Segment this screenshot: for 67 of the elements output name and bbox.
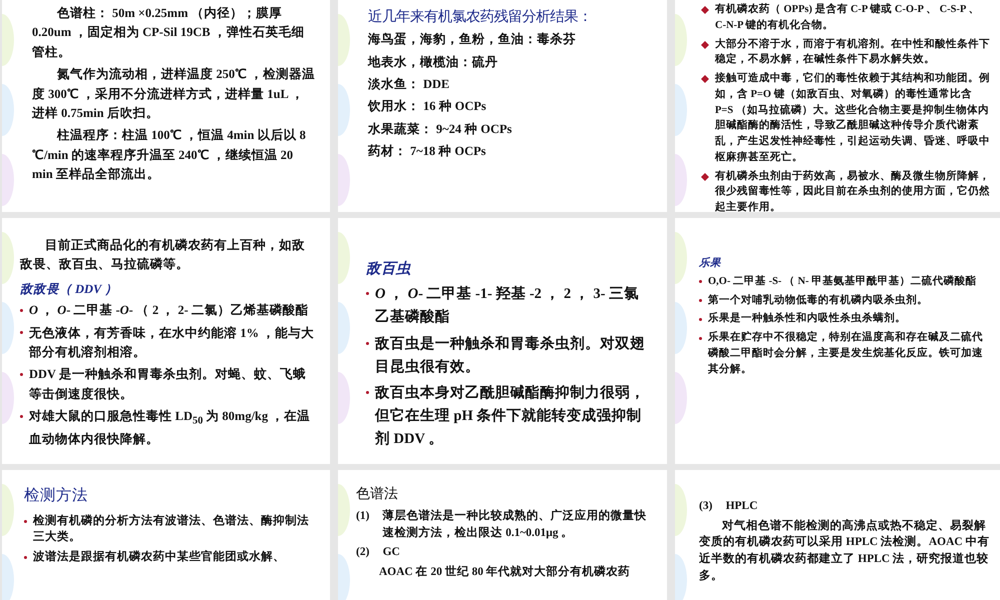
slide-thumbnail[interactable]: 检测方法 检测有机磷的分析方法有波谱法、色谱法、酶抑制法三大类。 波谱法是跟据有机磷农药中某些官能团或水解、 — [2, 470, 330, 600]
bullet-icon — [20, 414, 23, 418]
slide-thumbnail[interactable]: 色谱法 (1) 薄层色谱法是一种比较成熟的、广泛应用的微量快速检测方法，检出限达 0.1~0.01μg 。 (2) GC AOAC 在 20 世纪 80 年代就对大部分有机磷农药 — [338, 470, 667, 600]
list-text: GC — [382, 545, 400, 560]
slide-subtitle: 敌敌畏（ DDV ） — [20, 280, 118, 298]
bullet-text: 无色液体，有芳香味，在水中约能溶 1% ，能与大部分有机溶剂相溶。 — [29, 324, 315, 361]
paragraph: 对气相色谱不能检测的高沸点或热不稳定、易裂解变质的有机磷农药可以采用 HPLC 法检测。AOAC 中有近半数的有机磷农药都建立了 HPLC 法，研究报道也较多。 — [699, 518, 990, 584]
bullet-text: 接触可造成中毒，它们的毒性依赖于其结构和功能团。例如，含 P=O 键（如敌百虫、对氧磷）的毒性通常比含 P=S （如马拉硫磷）大。这些化合物主要是抑制生物体内胆碱酯酶的酶活性，导致乙酰胆碱这种传导介质代谢紊乱，产生迟发性神经毒性，引起运动失调、昏迷、呼吸中枢麻痹甚至死亡。 — [715, 71, 990, 165]
bullet-icon — [366, 292, 369, 296]
slide-heading: 近几年来有机氯农药残留分析结果： — [368, 8, 593, 27]
bullet-icon — [366, 391, 369, 394]
bullet-text: O,O- 二甲基 -S- （ N- 甲基氨基甲酰甲基）二硫代磷酸酯 — [708, 274, 976, 289]
slide-subtitle: 敌百虫 — [366, 260, 412, 279]
diamond-bullet-icon — [701, 75, 709, 83]
bullet-icon — [20, 331, 23, 334]
bullet-text: 有机磷农药（ OPPs) 是含有 C-P 键或 C-O-P 、 C-S-P 、 C-N-P 键的有机化合物。 — [715, 2, 980, 33]
bullet-text: O ， O- 二甲基 -1- 羟基 -2 ， 2 ， 3- 三氯乙基磷酸酯 — [375, 284, 640, 328]
slide-subtitle: 乐果 — [699, 256, 722, 271]
diamond-bullet-icon — [701, 40, 709, 48]
bullet-icon — [699, 318, 702, 321]
slide-thumbnail[interactable]: 色谱柱： 50m ×0.25mm （内径）；膜厚 0.20um ，固定相为 CP-Sil 19CB ，弹性石英毛细管柱。 氮气作为流动相，进样温度 250℃ ，检测器温度 300℃ ，采用不分流进样方式，进样量 1uL ，进样 0.75min 后吹扫。 柱温程序：柱温 100℃ ，恒温 4min 以后以 8 ℃/min 的速率程序升温至 240℃ ，继续恒温 20 min 至样品全部流出。 — [2, 0, 330, 212]
diamond-bullet-icon — [701, 172, 709, 180]
slide-thumbnail[interactable]: 敌百虫 O ， O- 二甲基 -1- 羟基 -2 ， 2 ， 3- 三氯乙基磷酸酯 敌百虫是一种触杀和胃毒杀虫剂。对双翅目昆虫很有效。 敌百虫本身对乙酰胆碱酯酶抑制力很弱，但它在生理 pH 条件下就能转变成强抑制剂 DDV 。 — [338, 218, 667, 464]
paragraph: 色谱柱： 50m ×0.25mm （内径）；膜厚 0.20um ，固定相为 CP-Sil 19CB ，弹性石英毛细管柱。 — [32, 5, 306, 61]
bullet-icon — [20, 373, 23, 376]
diamond-bullet-icon — [701, 6, 709, 14]
text-line: 地表水，橄榄油：硫丹 — [368, 54, 499, 71]
text-line: 药材： 7~18 种 OCPs — [368, 143, 487, 160]
bullet-text: 波谱法是跟据有机磷农药中某些官能团或水解、 — [33, 549, 285, 565]
slide-thumbnail[interactable]: 乐果 O,O- 二甲基 -S- （ N- 甲基氨基甲酰甲基）二硫代磷酸酯 第一个对哺乳动物低毒的有机磷内吸杀虫剂。 乐果是一种触杀性和内吸性杀虫杀螨剂。 乐果在贮存中不很稳定，特别在温度高和存在碱及二硫代磷酸二甲酯时会分解，主要是发生烷基化反应。铁可加速其分解。 — [675, 218, 1000, 464]
paragraph: 目前正式商品化的有机磷农药有上百种，如敌敌畏、敌百虫、马拉硫磷等。 — [20, 237, 306, 274]
bullet-text: 检测有机磷的分析方法有波谱法、色谱法、酶抑制法三大类。 — [33, 513, 310, 546]
slide-thumbnail[interactable]: 目前正式商品化的有机磷农药有上百种，如敌敌畏、敌百虫、马拉硫磷等。 敌敌畏（ DDV ） O ， O- 二甲基 -O- （ 2 ， 2- 二氯）乙烯基磷酸酯 无色液体，有芳香味，在水中约能溶 1% ，能与大部分有机溶剂相溶。 DDV 是一种触杀和胃毒杀虫剂。对蝇、蚊、飞蛾等击倒速度很快。 对雄大鼠的口服急性毒性 LD$_{50}$ 为 80mg/kg ，在温血动物体内很快降解。 — [2, 218, 330, 464]
bullet-text: O ， O- 二甲基 -O- （ 2 ， 2- 二氯）乙烯基磷酸酯 — [29, 302, 308, 320]
bullet-icon — [24, 556, 27, 560]
bullet-text: 乐果在贮存中不很稳定，特别在温度高和存在碱及二硫代磷酸二甲酯时会分解，主要是发生烷基化反应。铁可加速其分解。 — [708, 330, 984, 376]
bullet-text: 有机磷杀虫剂由于药效高，易被水、酶及微生物所降解，很少残留毒性等，因此目前在杀虫剂的使用方面，它仍然起主要作用。 — [715, 168, 990, 212]
bullet-text: 敌百虫本身对乙酰胆碱酯酶抑制力很弱，但它在生理 pH 条件下就能转变成强抑制剂 DDV 。 — [375, 384, 646, 450]
list-number: (3) — [699, 499, 714, 514]
bullet-text: 乐果是一种触杀性和内吸性杀虫杀螨剂。 — [708, 311, 906, 326]
bullet-icon — [699, 299, 702, 302]
bullet-text: 第一个对哺乳动物低毒的有机磷内吸杀虫剂。 — [708, 292, 928, 308]
bullet-text: DDV 是一种触杀和胃毒杀虫剂。对蝇、蚊、飞蛾等击倒速度很快。 — [29, 366, 307, 403]
bullet-text: 敌百虫是一种触杀和胃毒杀虫剂。对双翅目昆虫很有效。 — [375, 334, 646, 377]
bullet-icon — [699, 280, 702, 284]
list-number: (1) — [356, 509, 370, 524]
bullet-icon — [20, 309, 23, 312]
bullet-icon — [699, 336, 702, 340]
slide-title: 检测方法 — [24, 485, 89, 506]
text-line: 饮用水： 16 种 OCPs — [368, 98, 488, 116]
bullet-text: 对雄大鼠的口服急性毒性 LD$_{50}$ 为 80mg/kg ，在温血动物体内很快降解。 — [29, 408, 312, 448]
slide-heading: 色谱法 — [356, 485, 399, 503]
bullet-icon — [24, 520, 27, 523]
bullet-icon — [366, 342, 369, 345]
slide-thumbnail[interactable]: 近几年来有机氯农药残留分析结果： 海鸟蛋，海豹，鱼粉，鱼油：毒杀芬 地表水，橄榄油：硫丹 淡水鱼： DDE 饮用水： 16 种 OCPs 水果蔬菜： 9~24 种 OCPs 药材： 7~18 种 OCPs — [338, 0, 667, 212]
paragraph: 氮气作为流动相，进样温度 250℃ ，检测器温度 300℃ ，采用不分流进样方式，进样量 1uL ，进样 0.75min 后吹扫。 — [32, 66, 316, 122]
text-line: 淡水鱼： DDE — [368, 76, 451, 94]
list-number: (2) — [356, 545, 370, 560]
text-line: 水果蔬菜： 9~24 种 OCPs — [368, 120, 513, 138]
slide-thumbnail[interactable] — [675, 0, 1000, 212]
bullet-text: 大部分不溶于水，而溶于有机溶剂。在中性和酸性条件下稳定，不易水解，在碱性条件下易水解失效。 — [715, 36, 990, 68]
text-line: 海鸟蛋，海豹，鱼粉，鱼油：毒杀芬 — [368, 31, 577, 48]
list-text: 薄层色谱法是一种比较成熟的、广泛应用的微量快速检测方法，检出限达 0.1~0.01μg 。 — [382, 508, 648, 541]
paragraph: 柱温程序：柱温 100℃ ，恒温 4min 以后以 8 ℃/min 的速率程序升温至 240℃ ，继续恒温 20 min 至样品全部流出。 — [32, 127, 307, 183]
slide-thumbnail[interactable]: (3) HPLC 对气相色谱不能检测的高沸点或热不稳定、易裂解变质的有机磷农药可以采用 HPLC 法检测。AOAC 中有近半数的有机磷农药都建立了 HPLC 法，研究报道也较多。 — [675, 470, 1000, 600]
paragraph: AOAC 在 20 世纪 80 年代就对大部分有机磷农药 — [378, 564, 632, 580]
list-text: HPLC — [726, 499, 758, 514]
